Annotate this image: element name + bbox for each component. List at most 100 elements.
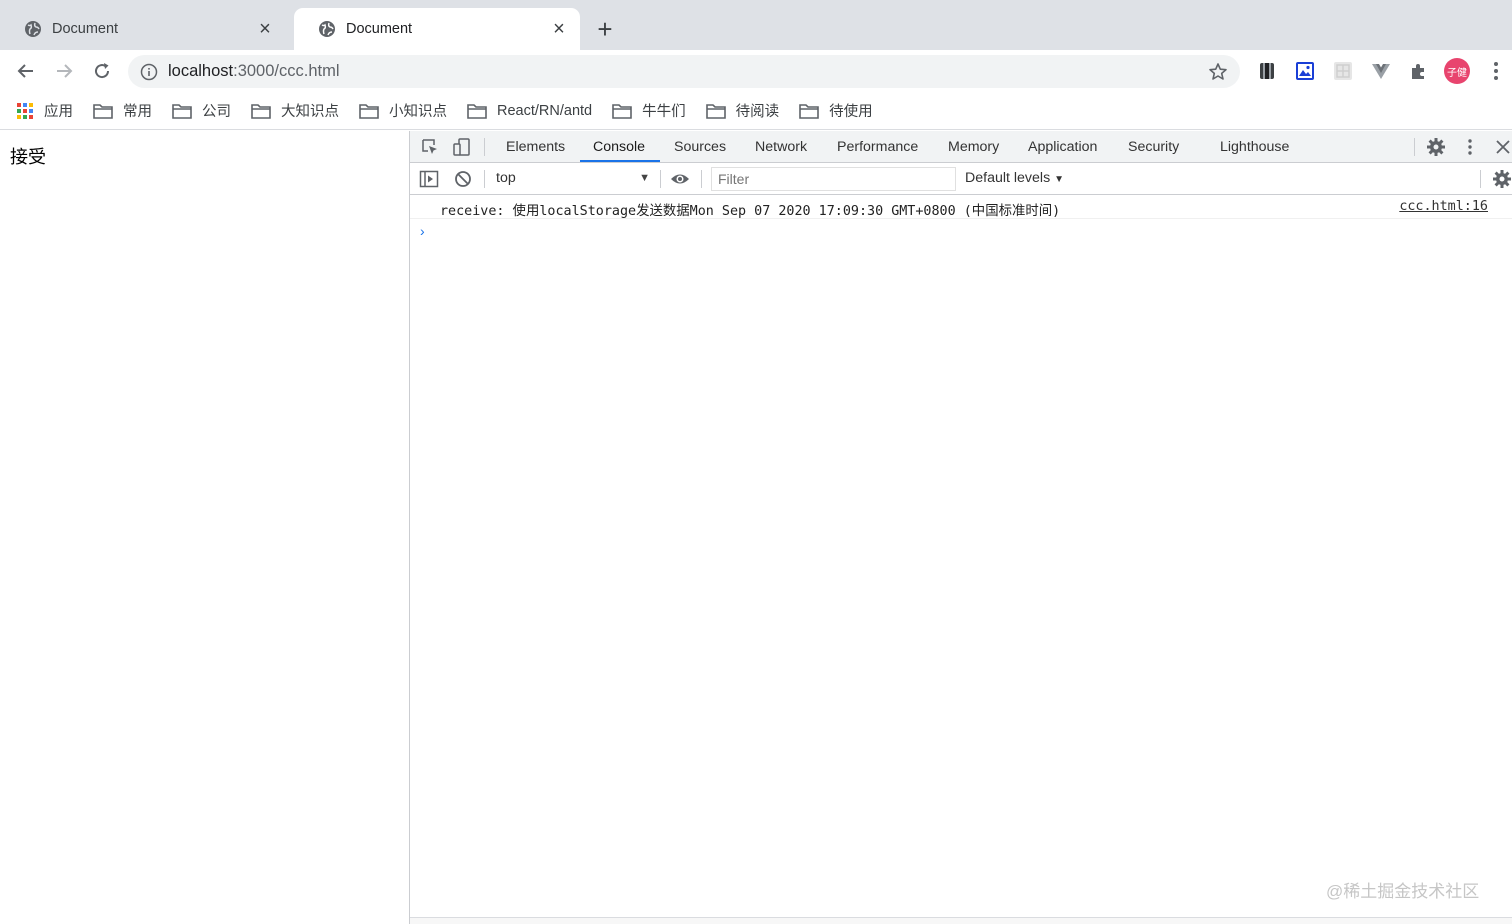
url-host: localhost [168, 62, 234, 80]
reload-icon [95, 63, 110, 79]
more-vertical-icon[interactable] [1460, 137, 1480, 157]
bookmark-label: 小知识点 [389, 104, 447, 120]
globe-icon [25, 21, 41, 37]
filter-input[interactable] [711, 167, 956, 191]
bookmark-apps[interactable]: 应用 [16, 100, 73, 121]
reload-button[interactable] [89, 58, 115, 84]
divider [660, 170, 661, 188]
bookmark-folder[interactable]: React/RN/antd [467, 103, 592, 119]
bookmark-label: 待使用 [829, 104, 873, 120]
divider [484, 138, 485, 156]
bookmark-folder[interactable]: 常用 [93, 100, 152, 121]
bookmark-folder[interactable]: 大知识点 [251, 100, 339, 121]
info-icon[interactable] [140, 63, 158, 81]
chevron-down-icon: ▼ [639, 172, 650, 184]
tab-network[interactable]: Network [755, 131, 807, 163]
bookmark-label: 常用 [123, 104, 152, 120]
log-levels-label: Default levels [965, 170, 1051, 186]
more-vertical-icon[interactable] [1486, 60, 1506, 82]
tab-console[interactable]: Console [593, 131, 645, 163]
chevron-down-icon: ▼ [1054, 174, 1065, 185]
active-tab-indicator [580, 160, 660, 162]
tab-strip: Document × Document × + [0, 0, 1512, 50]
folder-icon [705, 103, 726, 119]
live-expression-eye-icon[interactable] [670, 169, 690, 189]
arrow-left-icon [17, 64, 33, 78]
console-message-text: receive: 使用localStorage发送数据Mon Sep 07 20… [440, 204, 1061, 219]
folder-icon [93, 103, 113, 119]
tab-title: Document [52, 21, 119, 37]
console-toolbar: top ▼ Default levels▼ [410, 163, 1512, 195]
settings-gear-icon[interactable] [1426, 137, 1446, 157]
bookmark-label: 应用 [44, 104, 73, 120]
sidebar-toggle-icon[interactable] [419, 169, 439, 189]
divider [701, 170, 702, 188]
bookmark-folder[interactable]: 待使用 [799, 100, 873, 121]
extension-card-icon[interactable] [1257, 61, 1277, 81]
folder-icon [612, 103, 632, 119]
browser-toolbar: localhost:3000/ccc.html 子健 [0, 50, 1512, 92]
tab-title: Document [346, 21, 413, 37]
profile-avatar[interactable]: 子健 [1444, 58, 1470, 84]
url-path: :3000/ccc.html [233, 62, 340, 80]
tab-performance[interactable]: Performance [837, 131, 918, 163]
tab-security[interactable]: Security [1128, 131, 1179, 163]
bookmark-label: 牛牛们 [642, 104, 686, 120]
devtools-tabbar: Elements Console Sources Network Perform… [410, 131, 1512, 163]
bookmark-label: 大知识点 [281, 104, 339, 120]
console-source-link[interactable]: ccc.html:16 [1399, 199, 1488, 214]
browser-tab-2[interactable]: Document × [294, 8, 580, 50]
tab-memory[interactable]: Memory [948, 131, 999, 163]
folder-icon [359, 103, 379, 119]
new-tab-button[interactable]: + [592, 16, 618, 42]
extension-vue-icon[interactable] [1371, 61, 1391, 81]
close-devtools-icon[interactable] [1493, 137, 1512, 157]
extension-picture-icon[interactable] [1295, 61, 1315, 81]
apps-grid-icon [17, 102, 33, 119]
extensions-puzzle-icon[interactable] [1409, 61, 1429, 81]
tab-sources[interactable]: Sources [674, 131, 726, 163]
clear-console-icon[interactable] [453, 169, 473, 189]
bookmark-label: 待阅读 [735, 104, 780, 120]
console-settings-gear-icon[interactable] [1492, 169, 1512, 189]
address-bar[interactable]: localhost:3000/ccc.html [128, 55, 1240, 88]
back-button[interactable] [13, 58, 39, 84]
devtools-bottom-edge [410, 917, 1512, 924]
arrow-right-icon [57, 64, 73, 78]
bookmark-folder[interactable]: 小知识点 [359, 100, 447, 121]
bookmarks-bar: 应用 常用 公司 大知识点 小知识点 React/RN/antd 牛牛们 待阅读… [0, 92, 1512, 130]
folder-icon [172, 103, 192, 119]
bookmark-folder[interactable]: 待阅读 [705, 100, 780, 121]
tab-application[interactable]: Application [1028, 131, 1097, 163]
tab-lighthouse[interactable]: Lighthouse [1220, 131, 1289, 163]
bookmark-folder[interactable]: 牛牛们 [612, 100, 686, 121]
tab-elements[interactable]: Elements [506, 131, 565, 163]
folder-icon [251, 103, 271, 119]
page-text: 接受 [10, 147, 46, 167]
close-tab-icon[interactable]: × [550, 19, 568, 39]
divider [1414, 138, 1415, 156]
watermark: @稀土掘金技术社区 [1326, 882, 1480, 901]
forward-button[interactable] [51, 58, 77, 84]
bookmark-star-icon[interactable] [1208, 62, 1228, 82]
inspect-element-icon[interactable] [420, 137, 440, 157]
divider [1480, 170, 1481, 188]
context-selector[interactable]: top ▼ [496, 163, 656, 194]
bookmark-label: React/RN/antd [497, 102, 593, 119]
bookmark-label: 公司 [202, 104, 231, 120]
console-message: receive: 使用localStorage发送数据Mon Sep 07 20… [410, 195, 1512, 219]
context-value: top [496, 170, 516, 186]
console-prompt-chevron-icon[interactable]: › [420, 223, 425, 239]
extension-grid-icon[interactable] [1333, 61, 1353, 81]
log-levels-dropdown[interactable]: Default levels ▼ [965, 163, 1064, 194]
browser-tab-1[interactable]: Document × [0, 8, 286, 50]
device-toolbar-icon[interactable] [452, 137, 472, 157]
close-tab-icon[interactable]: × [256, 19, 274, 39]
folder-icon [467, 103, 487, 119]
bookmark-folder[interactable]: 公司 [172, 100, 231, 121]
devtools-panel: Elements Console Sources Network Perform… [409, 131, 1512, 924]
globe-icon [319, 21, 335, 37]
page-viewport: 接受 [0, 131, 409, 924]
folder-icon [799, 103, 819, 119]
divider [484, 170, 485, 188]
